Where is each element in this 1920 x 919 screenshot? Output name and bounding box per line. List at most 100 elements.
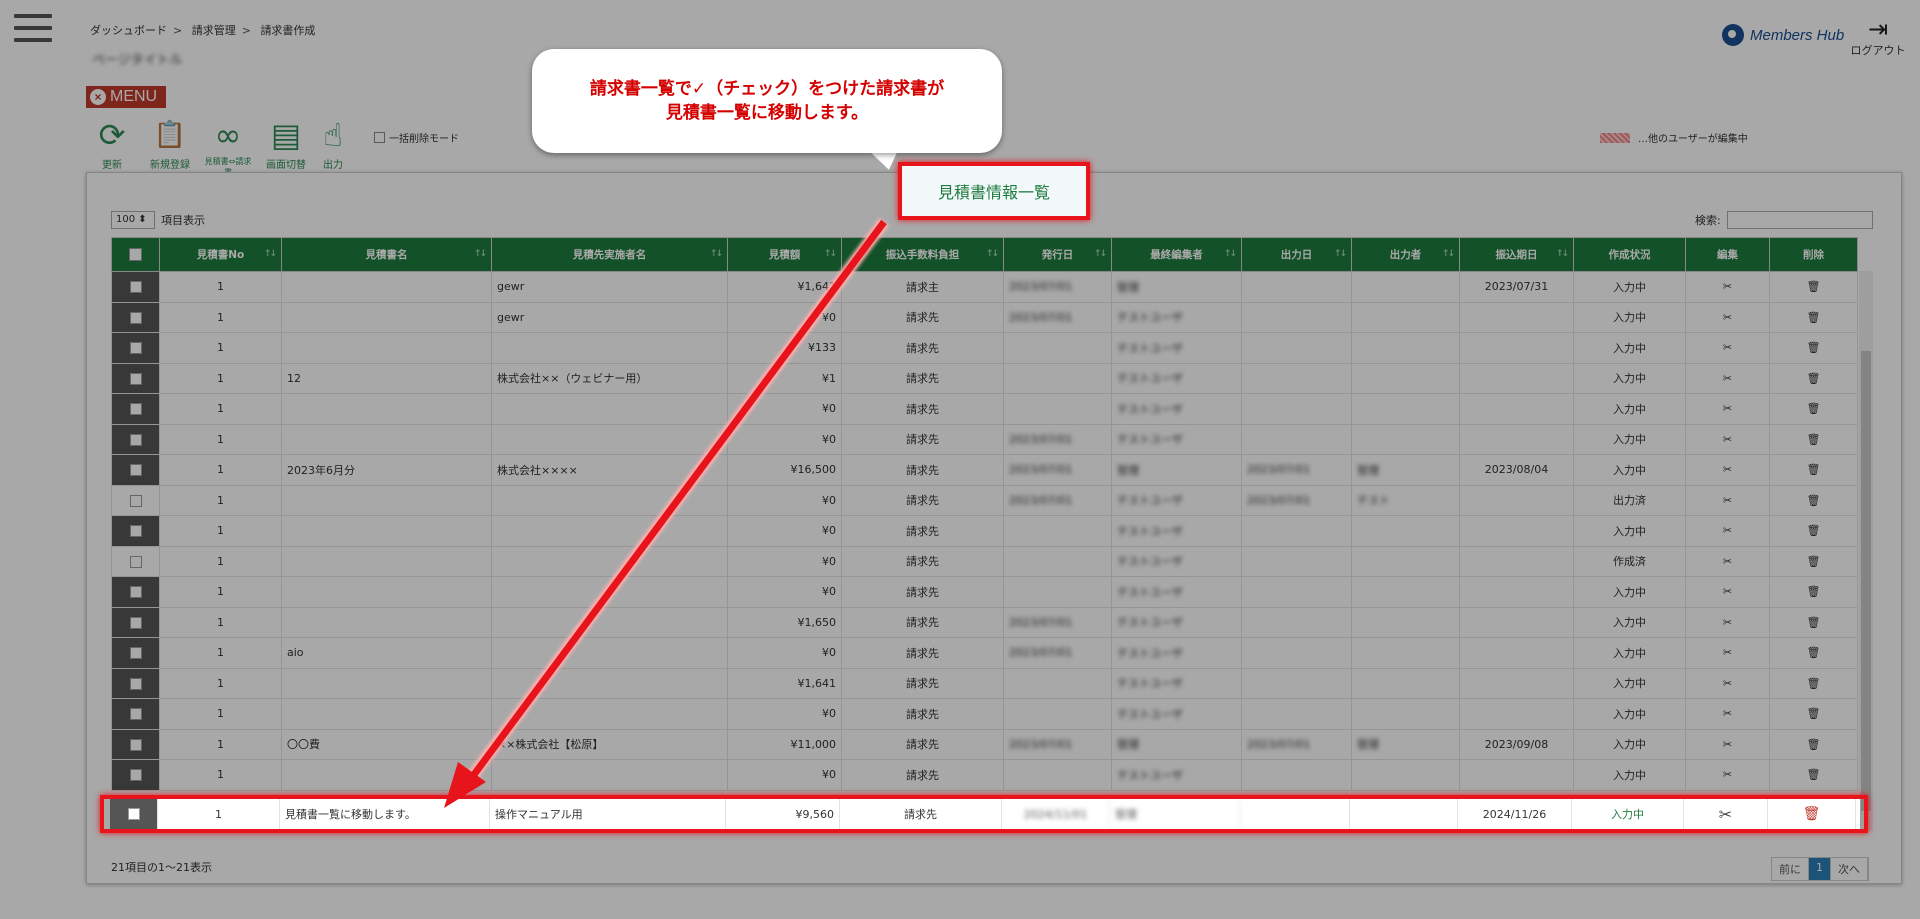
table-row[interactable]: 1 ¥1,650 請求先 2023/07/01 テストユーザ 入力中 ✂ 🗑 [111,606,1858,638]
column-header-2[interactable]: 見積先実施者名 ↑↓ [491,237,728,272]
wrench-icon[interactable]: ✂ [1685,759,1770,791]
trash-icon[interactable]: 🗑 [1769,637,1858,669]
column-header-6[interactable]: 最終編集者 ↑↓ [1111,237,1242,272]
row-checkbox[interactable] [111,698,160,730]
row-checkbox[interactable] [111,362,160,394]
column-header-7[interactable]: 出力日 ↑↓ [1241,237,1352,272]
trash-icon[interactable]: 🗑 [1769,576,1858,608]
wrench-icon[interactable]: ✂ [1685,606,1770,638]
breadcrumb-dashboard[interactable]: ダッシュボード [90,24,167,37]
row-checkbox[interactable] [111,332,160,364]
table-row[interactable]: 1 gewr ¥0 請求先 2023/07/01 テストユーザ 入力中 ✂ 🗑 [111,301,1858,333]
bulk-delete-checkbox[interactable] [374,132,385,143]
trash-icon[interactable]: 🗑 [1769,667,1858,699]
column-header-4[interactable]: 振込手数料負担 ↑↓ [841,237,1004,272]
wrench-icon[interactable]: ✂ [1685,362,1770,394]
column-header-1[interactable]: 見積書名 ↑↓ [281,237,492,272]
wrench-icon[interactable]: ✂ [1685,393,1770,425]
table-row[interactable]: 1 ¥0 請求先 2023/07/01 テストユーザ 入力中 ✂ 🗑 [111,423,1858,455]
table-row[interactable]: 1 ¥0 請求先 テストユーザ 入力中 ✂ 🗑 [111,393,1858,425]
table-row[interactable]: 1 ¥133 請求先 テストユーザ 入力中 ✂ 🗑 [111,332,1858,364]
breadcrumb-billing[interactable]: 請求管理 [192,24,236,37]
swap-button[interactable]: ∞見積書⇔請求書 [202,114,254,178]
wrench-icon[interactable]: ✂ [1684,799,1768,829]
trash-icon[interactable]: 🗑 [1769,606,1858,638]
trash-icon[interactable]: 🗑 [1769,759,1858,791]
table-row[interactable]: 1 gewr ¥1,641 請求主 2023/07/01 管理 2023/07/31 入力中 ✂… [111,271,1858,303]
column-header-11[interactable]: 編集 [1685,237,1770,272]
select-all-checkbox[interactable] [111,237,160,272]
row-checkbox[interactable] [111,271,160,303]
table-row[interactable]: 1 ¥0 請求先 2023/07/01 テストユーザ 2023/07/01 テスト 出力済 ✂ 🗑 [111,484,1858,516]
wrench-icon[interactable]: ✂ [1685,301,1770,333]
output-button[interactable]: ☝ 出力 [318,114,348,178]
trash-icon[interactable]: 🗑 [1769,454,1858,486]
row-checkbox[interactable] [111,759,160,791]
wrench-icon[interactable]: ✂ [1685,698,1770,730]
column-header-10[interactable]: 作成状況 [1573,237,1686,272]
wrench-icon[interactable]: ✂ [1685,423,1770,455]
menu-toggle-button[interactable]: × MENU [86,86,166,108]
column-header-0[interactable]: 見積書No ↑↓ [159,237,282,272]
row-checkbox[interactable] [111,667,160,699]
trash-icon[interactable]: 🗑 [1768,799,1856,829]
estimate-list-tab-button[interactable]: 見積書情報一覧 [898,162,1090,220]
table-row[interactable]: 1 〇〇費 ××株式会社【松原】 ¥11,000 請求先 2023/07/01 管理 2023… [111,728,1858,760]
trash-icon[interactable]: 🗑 [1769,423,1858,455]
row-checkbox[interactable] [110,799,158,829]
column-header-3[interactable]: 見積額 ↑↓ [727,237,842,272]
new-register-button[interactable]: 📋 新規登録 [144,114,196,178]
row-checkbox[interactable] [111,637,160,669]
table-row[interactable]: 1 12 株式会社××（ウェビナー用） ¥1 請求先 テストユーザ 入力中 ✂ 🗑 [111,362,1858,394]
row-checkbox[interactable] [111,393,160,425]
row-checkbox[interactable] [111,576,160,608]
table-row[interactable]: 1 ¥1,641 請求先 テストユーザ 入力中 ✂ 🗑 [111,667,1858,699]
trash-icon[interactable]: 🗑 [1769,393,1858,425]
wrench-icon[interactable]: ✂ [1685,332,1770,364]
wrench-icon[interactable]: ✂ [1685,667,1770,699]
row-checkbox[interactable] [111,423,160,455]
pager-next[interactable]: 次へ [1831,858,1868,880]
logout-button[interactable]: ⇥ ログアウト [1848,16,1908,58]
wrench-icon[interactable]: ✂ [1685,728,1770,760]
row-checkbox[interactable] [111,515,160,547]
table-row[interactable]: 1 ¥0 請求先 テストユーザ 入力中 ✂ 🗑 [111,515,1858,547]
refresh-button[interactable]: ⟳ 更新 [86,114,138,178]
trash-icon[interactable]: 🗑 [1769,362,1858,394]
row-checkbox[interactable] [111,728,160,760]
pager-current[interactable]: 1 [1809,858,1831,880]
wrench-icon[interactable]: ✂ [1685,271,1770,303]
search-input[interactable] [1726,211,1873,229]
trash-icon[interactable]: 🗑 [1769,698,1858,730]
per-page-select[interactable]: 100 ⬍ [111,211,155,229]
table-row[interactable]: 1 2023年6月分 株式会社×××× ¥16,500 請求先 2023/07/01 管理 2… [111,454,1858,486]
trash-icon[interactable]: 🗑 [1769,515,1858,547]
row-checkbox[interactable] [111,301,160,333]
trash-icon[interactable]: 🗑 [1769,484,1858,516]
bulk-delete-toggle[interactable]: 一括削除モード [374,130,459,145]
trash-icon[interactable]: 🗑 [1769,545,1858,577]
screen-switch-button[interactable]: ▤ 画面切替 [260,114,312,178]
table-row[interactable]: 1 ¥0 請求先 テストユーザ 入力中 ✂ 🗑 [111,698,1858,730]
wrench-icon[interactable]: ✂ [1685,576,1770,608]
row-checkbox[interactable] [111,454,160,486]
table-row[interactable]: 1 ¥0 請求先 テストユーザ 作成済 ✂ 🗑 [111,545,1858,577]
pager-prev[interactable]: 前に [1772,858,1809,880]
table-row[interactable]: 1 ¥0 請求先 テストユーザ 入力中 ✂ 🗑 [111,576,1858,608]
trash-icon[interactable]: 🗑 [1769,728,1858,760]
column-header-5[interactable]: 発行日 ↑↓ [1003,237,1112,272]
table-row[interactable]: 1 aio ¥0 請求先 2023/07/01 テストユーザ 入力中 ✂ 🗑 [111,637,1858,669]
wrench-icon[interactable]: ✂ [1685,484,1770,516]
hamburger-menu-icon[interactable] [14,14,52,42]
column-header-8[interactable]: 出力者 ↑↓ [1351,237,1460,272]
trash-icon[interactable]: 🗑 [1769,301,1858,333]
row-checkbox[interactable] [111,545,160,577]
highlighted-table-row[interactable]: 1 見積書一覧に移動します。 操作マニュアル用 ¥9,560 請求先 2024/… [110,799,1860,829]
trash-icon[interactable]: 🗑 [1769,271,1858,303]
table-scrollbar[interactable] [1859,271,1873,831]
trash-icon[interactable]: 🗑 [1769,332,1858,364]
table-row[interactable]: 1 ¥0 請求先 テストユーザ 入力中 ✂ 🗑 [111,759,1858,791]
wrench-icon[interactable]: ✂ [1685,454,1770,486]
row-checkbox[interactable] [111,606,160,638]
wrench-icon[interactable]: ✂ [1685,545,1770,577]
